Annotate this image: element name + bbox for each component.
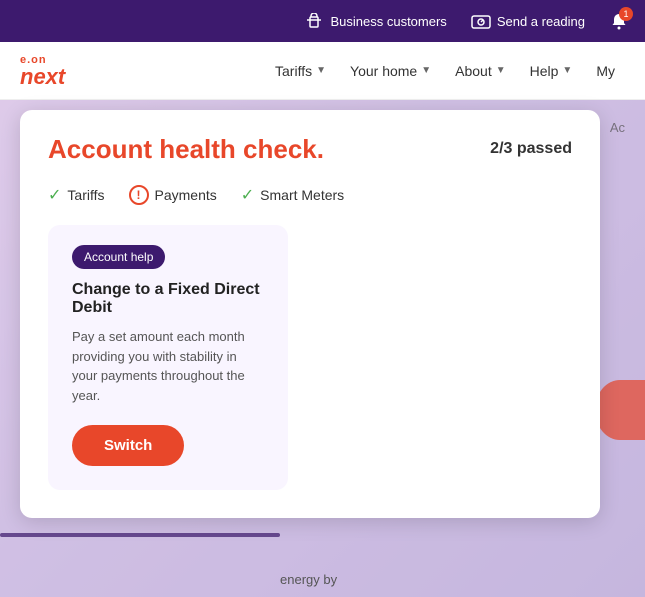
- health-check-card: Account health check. 2/3 passed ✓ Tarif…: [20, 110, 600, 518]
- send-reading-label: Send a reading: [497, 14, 585, 29]
- notifications-button[interactable]: 1: [609, 11, 629, 31]
- logo-next-text: next: [20, 66, 65, 88]
- health-checks-row: ✓ Tariffs ! Payments ✓ Smart Meters: [48, 185, 572, 205]
- chevron-down-icon: ▼: [421, 65, 431, 76]
- nav-tariffs[interactable]: Tariffs ▼: [265, 55, 336, 87]
- main-content: We 192 G... Ac t paym... paymement iss a…: [0, 100, 645, 597]
- checkmark-icon: ✓: [48, 185, 61, 205]
- logo[interactable]: e.on next: [20, 54, 65, 88]
- send-reading-link[interactable]: Send a reading: [471, 11, 585, 31]
- notification-count: 1: [619, 7, 633, 21]
- chevron-down-icon: ▼: [316, 65, 326, 76]
- payments-check-label: Payments: [155, 187, 217, 203]
- nav-about[interactable]: About ▼: [445, 55, 516, 87]
- nav-my[interactable]: My: [586, 55, 625, 87]
- account-help-badge: Account help: [72, 245, 165, 269]
- nav-help[interactable]: Help ▼: [520, 55, 583, 87]
- nav-your-home[interactable]: Your home ▼: [340, 55, 441, 87]
- tariffs-check: ✓ Tariffs: [48, 185, 105, 205]
- health-card-header: Account health check. 2/3 passed: [48, 134, 572, 165]
- business-customers-link[interactable]: Business customers: [304, 11, 446, 31]
- business-customers-label: Business customers: [330, 14, 446, 29]
- chevron-down-icon: ▼: [496, 65, 506, 76]
- account-help-title: Change to a Fixed Direct Debit: [72, 281, 264, 317]
- account-help-card: Account help Change to a Fixed Direct De…: [48, 225, 288, 490]
- warning-icon: !: [129, 185, 149, 205]
- bottom-energy-text: energy by: [280, 572, 337, 587]
- smart-meters-check: ✓ Smart Meters: [241, 185, 344, 205]
- switch-button[interactable]: Switch: [72, 425, 184, 466]
- meter-icon: [471, 11, 491, 31]
- tariffs-check-label: Tariffs: [67, 187, 104, 203]
- chevron-down-icon: ▼: [562, 65, 572, 76]
- health-passed-count: 2/3 passed: [490, 140, 572, 158]
- payments-check: ! Payments: [129, 185, 217, 205]
- nav-bar: e.on next Tariffs ▼ Your home ▼ About ▼ …: [0, 42, 645, 100]
- checkmark-icon: ✓: [241, 185, 254, 205]
- top-bar: Business customers Send a reading 1: [0, 0, 645, 42]
- smart-meters-check-label: Smart Meters: [260, 187, 344, 203]
- nav-items: Tariffs ▼ Your home ▼ About ▼ Help ▼ My: [265, 55, 625, 87]
- briefcase-icon: [304, 11, 324, 31]
- health-check-title: Account health check.: [48, 134, 324, 165]
- account-help-description: Pay a set amount each month providing yo…: [72, 327, 264, 405]
